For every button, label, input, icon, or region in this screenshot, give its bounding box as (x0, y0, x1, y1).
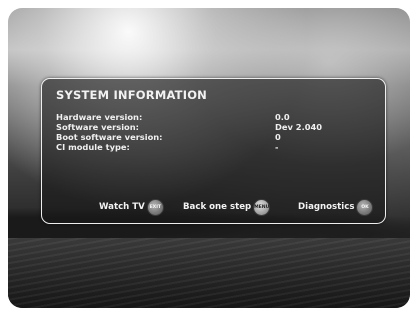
action-bar: Watch TV EXIT Back one step MENU Diagnos… (42, 197, 387, 217)
ci-module-type-row: CI module type: - (56, 142, 376, 152)
diagnostics-label: Diagnostics (298, 202, 355, 212)
software-version-label: Software version: (56, 122, 139, 132)
boot-software-version-value: 0 (275, 132, 281, 142)
watch-tv-label: Watch TV (99, 202, 145, 212)
boot-software-version-row: Boot software version: 0 (56, 132, 376, 142)
exit-key-icon[interactable]: EXIT (146, 198, 164, 216)
back-one-step-action[interactable]: Back one step MENU (183, 197, 271, 217)
hardware-version-row: Hardware version: 0.0 (56, 112, 376, 122)
software-version-value: Dev 2.040 (275, 122, 323, 132)
background-field (8, 238, 410, 308)
diagnostics-action[interactable]: Diagnostics OK (298, 197, 374, 217)
ci-module-type-value: - (275, 142, 279, 152)
menu-key-icon[interactable]: MENU (253, 198, 271, 216)
system-information-panel: SYSTEM INFORMATION Hardware version: 0.0… (41, 78, 386, 224)
watch-tv-action[interactable]: Watch TV EXIT (99, 197, 164, 217)
ok-key-icon[interactable]: OK (356, 198, 374, 216)
software-version-row: Software version: Dev 2.040 (56, 122, 376, 132)
ci-module-type-label: CI module type: (56, 142, 130, 152)
back-one-step-label: Back one step (183, 202, 252, 212)
panel-title: SYSTEM INFORMATION (56, 88, 208, 102)
info-list: Hardware version: 0.0 Software version: … (56, 112, 376, 152)
tv-screen: SYSTEM INFORMATION Hardware version: 0.0… (8, 8, 410, 308)
hardware-version-value: 0.0 (275, 112, 290, 122)
boot-software-version-label: Boot software version: (56, 132, 163, 142)
hardware-version-label: Hardware version: (56, 112, 143, 122)
